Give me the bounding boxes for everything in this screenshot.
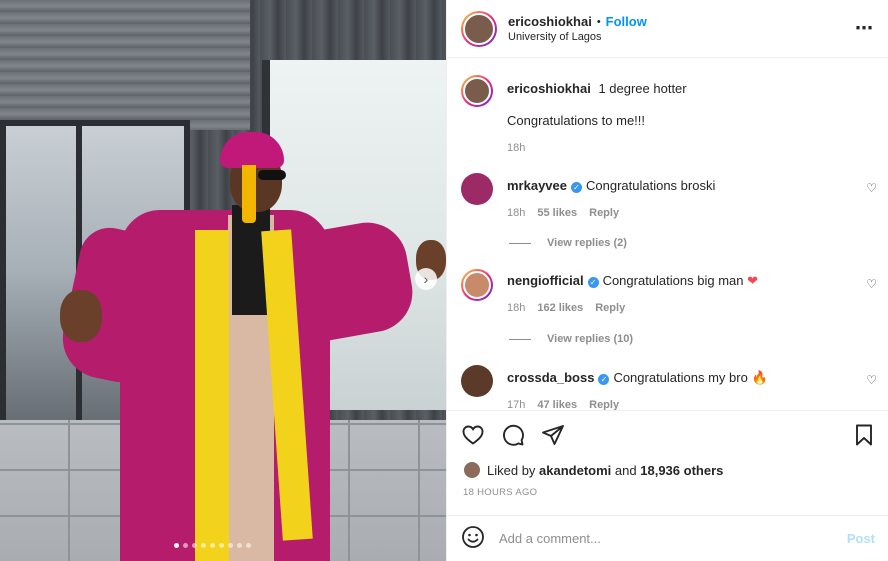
carousel-dot xyxy=(201,543,206,548)
comment-likes[interactable]: 55 likes xyxy=(537,207,577,219)
comment-text: Congratulations my bro xyxy=(613,370,748,385)
view-replies[interactable]: View replies (2) xyxy=(509,237,627,249)
follow-button[interactable]: Follow xyxy=(606,14,647,29)
add-comment-bar: Add a comment... Post xyxy=(447,515,888,561)
commenter-avatar[interactable] xyxy=(461,365,493,397)
next-slide-icon[interactable]: › xyxy=(415,268,437,290)
comment-time: 18h xyxy=(507,207,526,219)
more-options-icon[interactable]: ⋯ xyxy=(855,18,874,39)
comment-username[interactable]: crossda_boss xyxy=(507,370,594,385)
comment-username[interactable]: mrkayvee xyxy=(507,178,567,193)
caption-time: 18h xyxy=(507,142,526,154)
view-replies[interactable]: View replies (10) xyxy=(509,333,633,345)
reply-button[interactable]: Reply xyxy=(595,302,625,314)
comment-item: mrkayvee ✓ Congratulations broski 18h 55 l… xyxy=(461,173,879,219)
carousel-dot xyxy=(183,543,188,548)
comment-like-icon[interactable]: ♡ xyxy=(866,373,877,387)
comments-list[interactable]: ericoshiokhai 1 degree hotter Congratula… xyxy=(447,59,888,410)
author-avatar[interactable] xyxy=(461,10,497,47)
separator-dot: • xyxy=(596,15,601,28)
comment-likes[interactable]: 162 likes xyxy=(537,302,583,314)
reply-button[interactable]: Reply xyxy=(589,207,619,219)
carousel-dots xyxy=(174,543,251,548)
commenter-avatar[interactable] xyxy=(461,173,493,205)
post-location[interactable]: University of Lagos xyxy=(508,31,855,43)
caption-line1: 1 degree hotter xyxy=(598,81,687,96)
emoji-icon[interactable] xyxy=(461,525,485,552)
comment-like-icon[interactable]: ♡ xyxy=(866,181,877,195)
carousel-dot xyxy=(210,543,215,548)
post-side-panel: ericoshiokhai • Follow University of Lag… xyxy=(446,0,888,561)
carousel-dot xyxy=(219,543,224,548)
author-username[interactable]: ericoshiokhai xyxy=(508,14,592,29)
carousel-dot xyxy=(228,543,233,548)
likes-summary[interactable]: Liked by akandetomi and 18,936 others xyxy=(447,459,888,481)
caption-line2: Congratulations to me!!! xyxy=(507,113,646,128)
comment-likes[interactable]: 47 likes xyxy=(537,399,577,410)
metal-shutter xyxy=(0,0,250,130)
liker-avatar xyxy=(463,461,481,479)
like-icon[interactable] xyxy=(461,423,485,447)
post-comment-button[interactable]: Post xyxy=(847,531,875,546)
comment-like-icon[interactable]: ♡ xyxy=(866,277,877,291)
post-timestamp: 18 HOURS AGO xyxy=(463,487,538,498)
red-heart-emoji: ❤ xyxy=(747,273,759,288)
carousel-dot xyxy=(174,543,179,548)
caption-avatar[interactable] xyxy=(461,75,493,107)
comment-text: Congratulations big man xyxy=(602,273,744,288)
comment-text: Congratulations broski xyxy=(586,178,716,193)
likes-and: and xyxy=(614,462,637,478)
verified-badge-icon: ✓ xyxy=(571,182,582,193)
post-image[interactable]: › xyxy=(0,0,446,561)
carousel-dot xyxy=(246,543,251,548)
carousel-dot xyxy=(237,543,242,548)
comment-time: 17h xyxy=(507,399,526,410)
comment-item: nengiofficial ✓ Congratulations big man ❤ … xyxy=(461,269,879,314)
fire-emoji: 🔥 xyxy=(751,370,768,385)
verified-badge-icon: ✓ xyxy=(598,374,610,385)
caption-username[interactable]: ericoshiokhai xyxy=(507,81,591,96)
bookmark-icon[interactable] xyxy=(853,423,875,447)
reply-button[interactable]: Reply xyxy=(589,399,619,410)
commenter-avatar[interactable] xyxy=(461,269,493,301)
stole-left xyxy=(195,230,229,561)
carousel-dot xyxy=(192,543,197,548)
post-header: ericoshiokhai • Follow University of Lag… xyxy=(447,0,888,58)
caption: ericoshiokhai 1 degree hotter Congratula… xyxy=(461,75,879,154)
comment-icon[interactable] xyxy=(501,423,525,447)
comment-username[interactable]: nengiofficial xyxy=(507,273,584,288)
hand-left xyxy=(60,290,102,342)
verified-badge-icon: ✓ xyxy=(587,277,599,288)
comment-input[interactable]: Add a comment... xyxy=(499,531,847,546)
view-replies-label[interactable]: View replies (10) xyxy=(547,333,633,345)
sunglasses xyxy=(258,170,286,180)
comment-time: 18h xyxy=(507,302,526,314)
likes-count[interactable]: 18,936 others xyxy=(640,463,723,478)
view-replies-label[interactable]: View replies (2) xyxy=(547,237,627,249)
liker-username[interactable]: akandetomi xyxy=(539,463,611,478)
share-icon[interactable] xyxy=(541,423,565,447)
comment-item: crossda_boss ✓ Congratulations my bro 🔥 17… xyxy=(461,365,879,410)
liked-by-label: Liked by xyxy=(487,462,536,478)
cap-tassel xyxy=(242,165,256,223)
post-actions: Liked by akandetomi and 18,936 others 18… xyxy=(447,410,888,498)
